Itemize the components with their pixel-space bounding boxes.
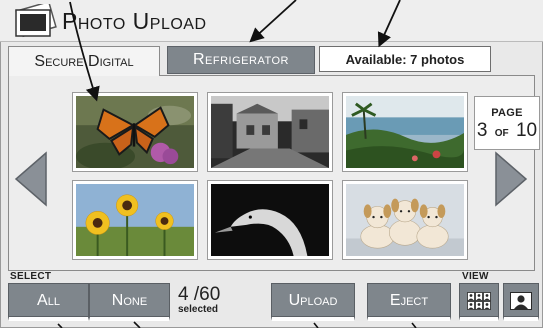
butterfly-image [76, 96, 194, 168]
swan-image [211, 184, 329, 256]
photo-thumb-sunflowers[interactable] [72, 180, 198, 260]
app-title: Photo Upload [62, 8, 207, 34]
view-label: View [462, 271, 489, 282]
select-none-button[interactable]: None [89, 283, 170, 321]
available-count: Available: 7 photos [319, 46, 491, 72]
page-label: Page [491, 107, 523, 119]
next-page-arrow-icon[interactable] [492, 151, 530, 207]
village-image [211, 96, 329, 168]
page-indicator: Page 3 of 10 [474, 96, 540, 150]
photo-stack-icon [15, 4, 57, 38]
sunflowers-image [76, 184, 194, 256]
tab-secure-digital[interactable]: Secure Digital [8, 46, 160, 76]
upload-button[interactable]: Upload [271, 283, 355, 321]
page-number: 3 of 10 [475, 120, 539, 142]
selection-count-label: selected [178, 304, 219, 315]
page-current: 3 [476, 120, 488, 141]
photo-thumb-swan[interactable] [207, 180, 333, 260]
single-view-icon [510, 291, 532, 310]
grid-view-icon [467, 291, 491, 310]
puppies-image [346, 184, 464, 256]
eject-button[interactable]: Eject [367, 283, 451, 321]
single-view-button[interactable] [503, 283, 539, 321]
photo-thumb-puppies[interactable] [342, 180, 468, 260]
title-bar: Photo Upload [0, 0, 543, 42]
photo-thumb-coast[interactable] [342, 92, 468, 172]
selection-count-value: 4 /60 [178, 284, 221, 305]
tab-refrigerator[interactable]: Refrigerator [167, 46, 315, 74]
select-all-button[interactable]: All [8, 283, 89, 321]
grid-view-button[interactable] [459, 283, 499, 321]
page-total: 10 [515, 120, 538, 141]
previous-page-arrow-icon[interactable] [12, 151, 50, 207]
page-of: of [494, 128, 509, 139]
selection-count: 4 /60 selected [178, 284, 238, 315]
photo-thumb-village[interactable] [207, 92, 333, 172]
select-label: Select [10, 271, 52, 282]
coast-image [346, 96, 464, 168]
photo-thumb-butterfly[interactable] [72, 92, 198, 172]
